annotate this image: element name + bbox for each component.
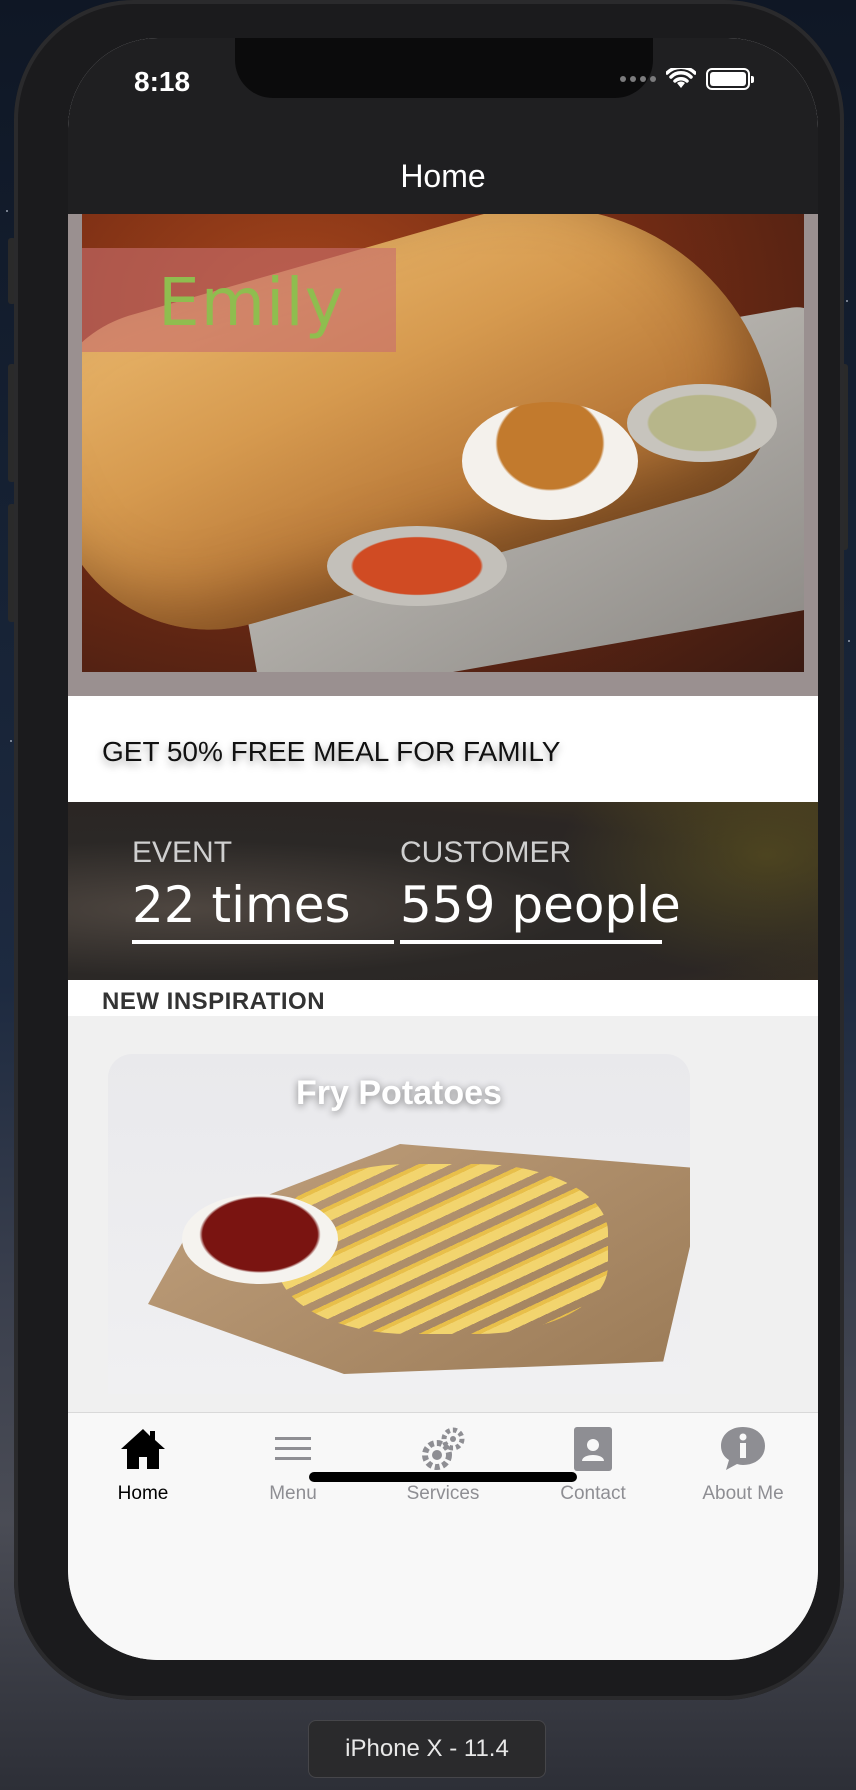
- signal-icon: [620, 76, 656, 82]
- star: [6, 210, 8, 212]
- app-screen: 8:18 Home Emily GET 50% FREE MEAL FOR FA…: [68, 38, 818, 1660]
- chutney-bowl: [327, 526, 507, 606]
- promo-banner[interactable]: GET 50% FREE MEAL FOR FAMILY: [68, 696, 818, 802]
- tab-label: About Me: [702, 1483, 784, 1504]
- podi-bowl: [627, 384, 777, 462]
- section-title: NEW INSPIRATION: [102, 988, 326, 1015]
- status-bar: 8:18: [68, 38, 818, 130]
- tab-services[interactable]: Services: [368, 1423, 518, 1505]
- tab-contact[interactable]: Contact: [518, 1423, 668, 1505]
- inspiration-list[interactable]: Fry Potatoes: [68, 1016, 818, 1412]
- inspiration-card[interactable]: Fry Potatoes: [108, 1054, 690, 1394]
- promo-text: GET 50% FREE MEAL FOR FAMILY: [102, 736, 561, 767]
- gear-icon: [422, 1427, 465, 1470]
- star: [10, 740, 12, 742]
- card-title: Fry Potatoes: [296, 1074, 502, 1112]
- stat-customer: CUSTOMER 559 people: [400, 836, 681, 934]
- tab-label: Home: [117, 1483, 169, 1504]
- page-title: Home: [400, 157, 486, 194]
- stat-label: EVENT: [132, 836, 233, 869]
- tab-menu[interactable]: Menu: [218, 1423, 368, 1505]
- ketchup-bowl: [182, 1194, 338, 1284]
- tab-about-me[interactable]: About Me: [668, 1423, 818, 1505]
- home-icon: [121, 1429, 165, 1469]
- stats-panel: EVENT 22 times CUSTOMER 559 people: [68, 802, 818, 980]
- tab-home[interactable]: Home: [68, 1423, 218, 1505]
- name-overlay: Emily: [82, 248, 396, 352]
- star: [846, 300, 848, 302]
- stat-label: CUSTOMER: [400, 836, 572, 869]
- tab-bar: Home Menu Services Contact About Me: [68, 1412, 818, 1660]
- simulator-device-label: iPhone X - 11.4: [308, 1720, 546, 1778]
- iphone-frame: 8:18 Home Emily GET 50% FREE MEAL FOR FA…: [14, 0, 844, 1700]
- sambar-bowl: [462, 402, 638, 520]
- tab-label: Services: [406, 1483, 480, 1504]
- stat-underline: [132, 940, 394, 944]
- tab-label: Menu: [269, 1483, 317, 1504]
- status-time: 8:18: [134, 66, 191, 97]
- stat-value: 559 people: [400, 876, 681, 934]
- notch: [235, 38, 653, 98]
- stat-underline: [400, 940, 662, 944]
- battery-icon: [706, 68, 754, 90]
- hero-banner[interactable]: Emily: [68, 214, 818, 696]
- home-indicator[interactable]: [309, 1472, 577, 1482]
- status-icons: [620, 68, 754, 90]
- wifi-icon: [666, 68, 696, 88]
- info-icon: [721, 1427, 765, 1470]
- overlay-name: Emily: [158, 264, 345, 341]
- stat-event: EVENT 22 times: [132, 836, 351, 934]
- star: [848, 640, 850, 642]
- tab-label: Contact: [560, 1483, 626, 1504]
- menu-icon: [275, 1437, 311, 1460]
- section-header: NEW INSPIRATION: [68, 980, 818, 1016]
- stat-value: 22 times: [132, 876, 351, 934]
- contact-icon: [574, 1427, 612, 1471]
